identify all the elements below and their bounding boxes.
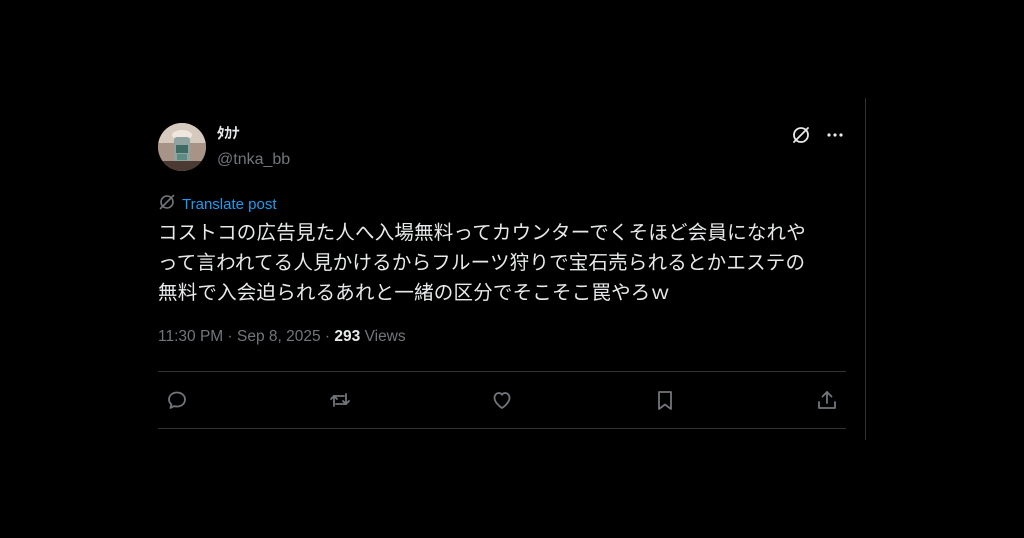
screenshot-stage: ﾀｶﾅ @tnka_bb Translate post コストコの広告見た人へ入… bbox=[0, 0, 1024, 538]
views-label: Views bbox=[364, 328, 406, 345]
author-names: ﾀｶﾅ @tnka_bb bbox=[217, 124, 290, 170]
tweet-card: ﾀｶﾅ @tnka_bb Translate post コストコの広告見た人へ入… bbox=[158, 120, 846, 429]
reply-icon[interactable] bbox=[164, 387, 190, 413]
avatar[interactable] bbox=[158, 123, 206, 171]
bookmark-icon[interactable] bbox=[652, 387, 678, 413]
translate-label[interactable]: Translate post bbox=[182, 196, 277, 213]
meta-separator: · bbox=[223, 328, 237, 345]
tweet-meta: 11:30 PM · Sep 8, 2025 · 293 Views bbox=[158, 327, 846, 347]
translate-icon bbox=[158, 193, 176, 216]
user-handle[interactable]: @tnka_bb bbox=[217, 150, 290, 170]
column-divider bbox=[865, 98, 866, 440]
tweet-header: ﾀｶﾅ @tnka_bb bbox=[158, 120, 846, 174]
tweet-date[interactable]: Sep 8, 2025 bbox=[237, 328, 321, 345]
divider-bottom bbox=[158, 428, 846, 429]
views-count: 293 bbox=[334, 328, 361, 345]
display-name[interactable]: ﾀｶﾅ bbox=[217, 124, 290, 144]
share-icon[interactable] bbox=[814, 387, 840, 413]
more-icon[interactable] bbox=[824, 124, 846, 146]
header-actions bbox=[790, 124, 846, 146]
translate-post-link[interactable]: Translate post bbox=[158, 194, 846, 214]
meta-separator: · bbox=[320, 328, 335, 345]
tweet-time[interactable]: 11:30 PM bbox=[158, 328, 223, 345]
retweet-icon[interactable] bbox=[327, 387, 353, 413]
tweet-text: コストコの広告見た人へ入場無料ってカウンターでくそほど会員になれや って言われて… bbox=[158, 222, 806, 304]
grok-icon[interactable] bbox=[790, 124, 812, 146]
like-icon[interactable] bbox=[489, 387, 515, 413]
tweet-actions bbox=[158, 372, 846, 428]
